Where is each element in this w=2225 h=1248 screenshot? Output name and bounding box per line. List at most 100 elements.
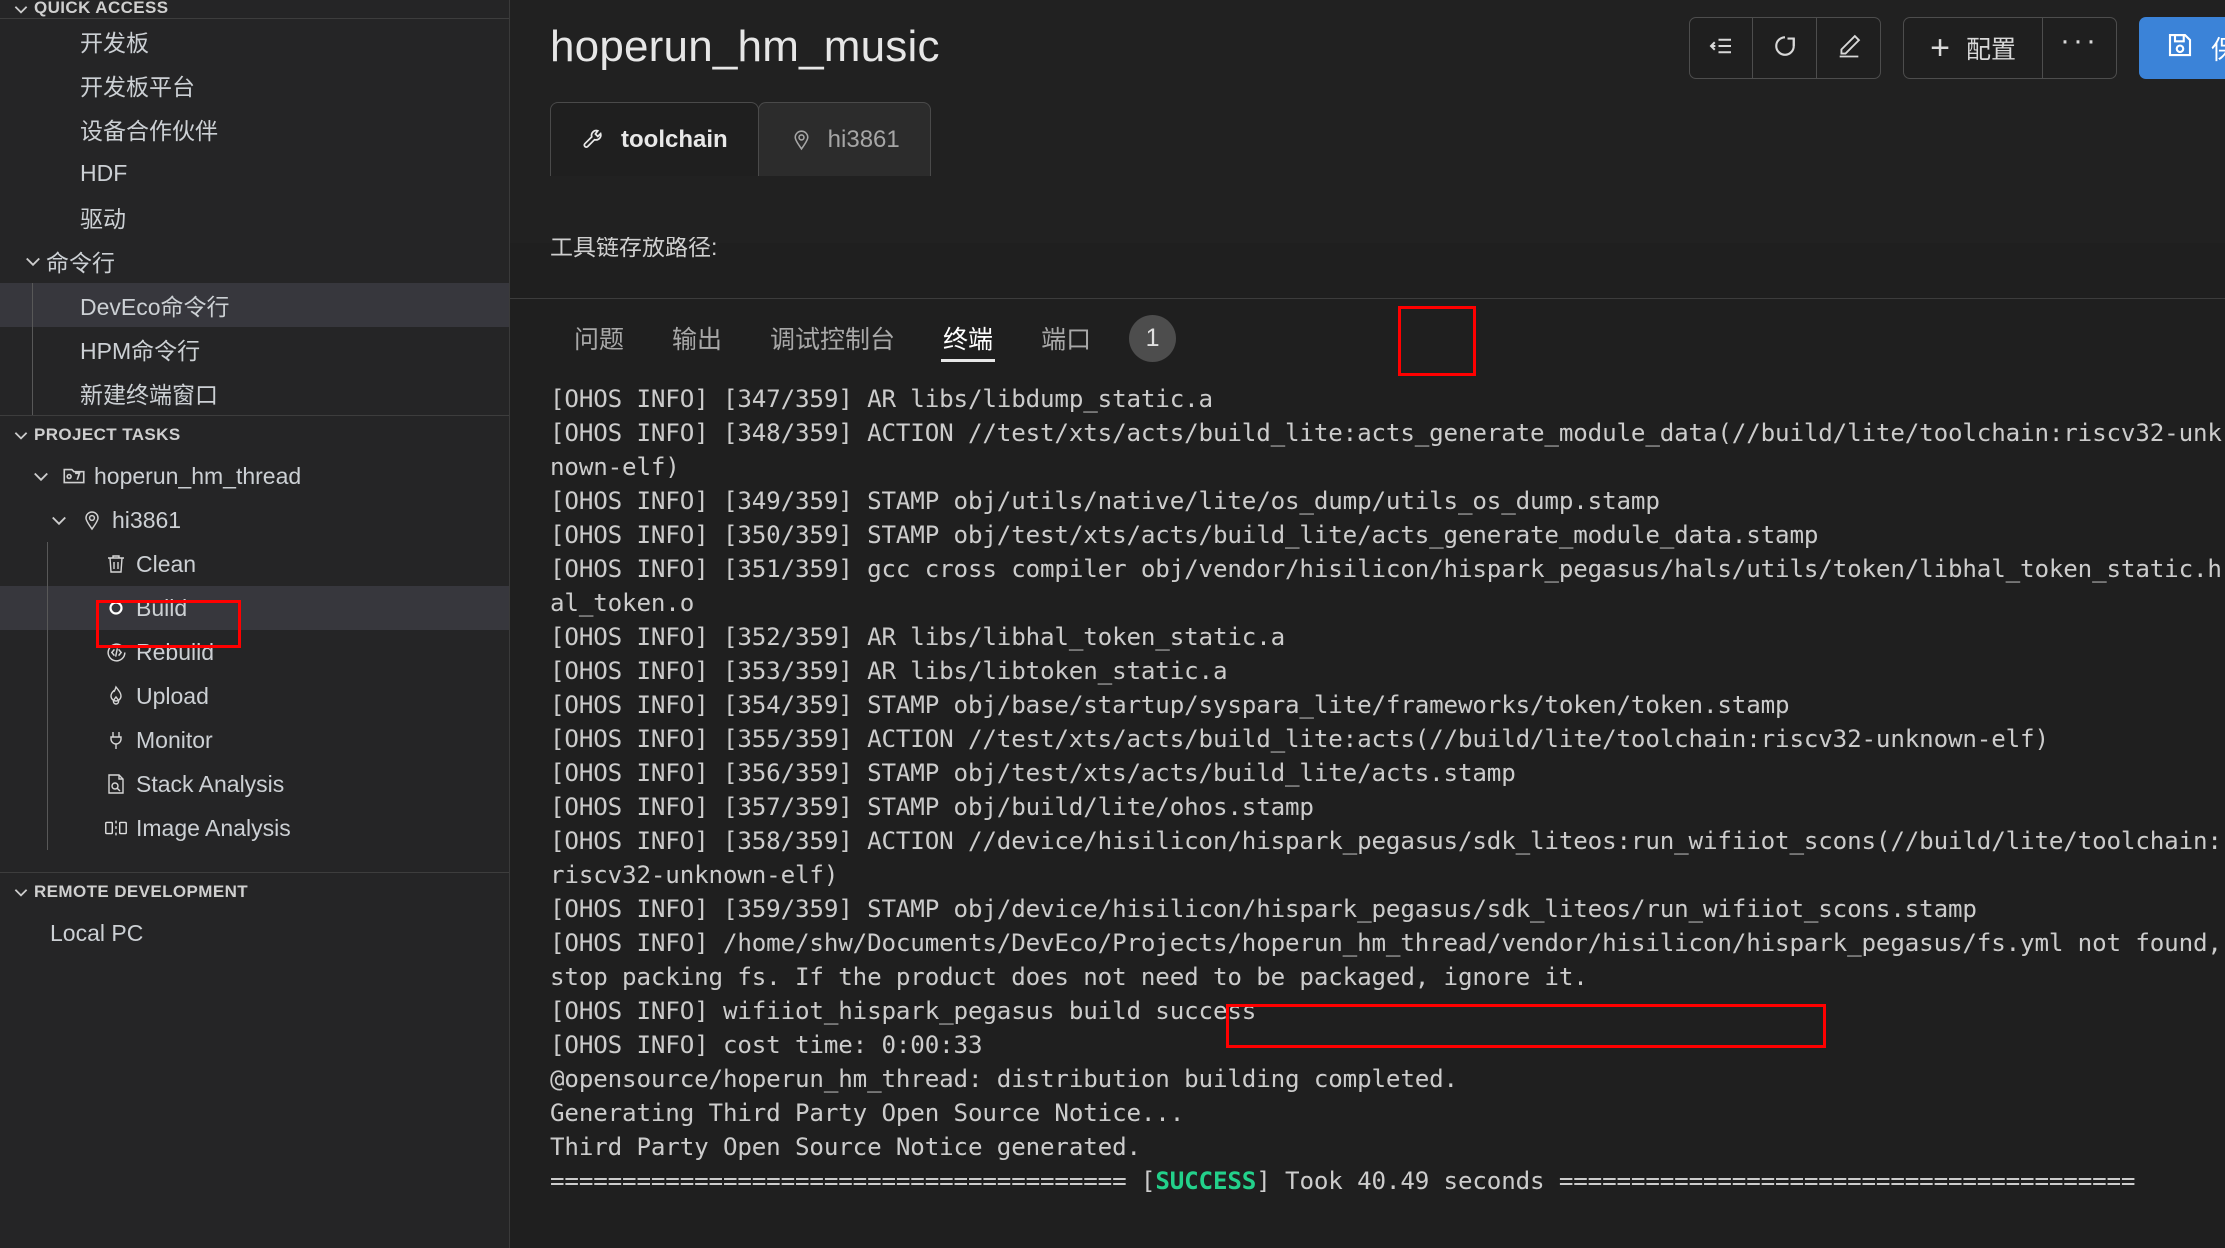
chevron-down-icon xyxy=(8,883,34,901)
location-pin-icon xyxy=(72,508,112,532)
terminal-line: [OHOS INFO] [351/359] gcc cross compiler… xyxy=(550,555,2222,617)
sidebar-item-label: 开发板 xyxy=(80,30,149,56)
file-search-icon xyxy=(96,772,136,796)
sidebar-item-driver[interactable]: 驱动 xyxy=(0,195,509,239)
sidebar-item-dev-board-platform[interactable]: 开发板平台 xyxy=(0,63,509,107)
port-count-badge: 1 xyxy=(1129,314,1177,362)
header-tabs: toolchain hi3861 xyxy=(550,102,2225,176)
collapse-all-button[interactable] xyxy=(1689,17,1754,79)
header: hoperun_hm_music toolchain hi3861 + 配置 ·… xyxy=(510,0,2225,243)
sidebar-item-hdf[interactable]: HDF xyxy=(0,151,509,195)
sidebar-task-rebuild[interactable]: Rebuild xyxy=(0,630,509,674)
chevron-down-icon xyxy=(28,466,54,486)
sidebar-item-label: Local PC xyxy=(50,919,144,946)
binary-icon xyxy=(96,816,136,840)
edit-button[interactable] xyxy=(1817,17,1882,79)
sidebar-task-clean[interactable]: Clean xyxy=(0,542,509,586)
main-panel: hoperun_hm_music toolchain hi3861 + 配置 ·… xyxy=(510,0,2225,1248)
refresh-button[interactable] xyxy=(1753,17,1818,79)
sidebar-item-local-pc[interactable]: Local PC xyxy=(0,911,509,955)
sidebar-section-quick-access[interactable]: QUICK ACCESS xyxy=(0,0,509,18)
terminal-status-line: ========================================… xyxy=(550,1167,2136,1195)
panel-divider xyxy=(510,298,2225,299)
tab-label: toolchain xyxy=(621,125,728,153)
sidebar-item-label: 新建终端窗口 xyxy=(80,382,218,408)
plus-icon: + xyxy=(1930,29,1950,67)
sidebar-group-command-line[interactable]: 命令行 xyxy=(0,239,509,283)
trash-icon xyxy=(96,552,136,576)
tab-terminal[interactable]: 终端 xyxy=(919,300,1017,376)
sidebar-item-label: HDF xyxy=(80,159,128,186)
tab-problems[interactable]: 问题 xyxy=(550,300,648,376)
sidebar-item-label: Monitor xyxy=(136,726,213,753)
terminal-line: [OHOS INFO] [358/359] ACTION //device/hi… xyxy=(550,827,2222,889)
add-config-button[interactable]: + 配置 xyxy=(1903,17,2043,79)
tab-debug-console[interactable]: 调试控制台 xyxy=(746,300,919,376)
sidebar-item-label: HPM命令行 xyxy=(80,338,201,364)
save-button[interactable]: 保 xyxy=(2138,17,2225,79)
terminal-line: @opensource/hoperun_hm_thread: distribut… xyxy=(550,1065,1458,1093)
circle-icon xyxy=(96,597,136,619)
sidebar-task-build[interactable]: Build xyxy=(0,586,509,630)
ellipsis-icon: ··· xyxy=(2059,24,2099,57)
icon-button-group xyxy=(1689,17,1882,79)
sidebar-group-label: 命令行 xyxy=(46,250,115,276)
terminal-tab-highlight-box xyxy=(1398,306,1476,376)
tab-toolchain[interactable]: toolchain xyxy=(550,102,759,176)
terminal-line: [OHOS INFO] [356/359] STAMP obj/test/xts… xyxy=(550,759,1516,787)
sidebar-task-monitor[interactable]: Monitor xyxy=(0,718,509,762)
more-button[interactable]: ··· xyxy=(2042,17,2117,79)
location-pin-icon xyxy=(789,127,814,152)
chevron-down-icon xyxy=(20,251,46,271)
sidebar-item-hpm-cli[interactable]: HPM命令行 xyxy=(0,327,509,371)
tab-output[interactable]: 输出 xyxy=(648,300,746,376)
sidebar-item-project-root[interactable]: hoperun_hm_thread xyxy=(0,454,509,498)
sidebar-section-remote-development[interactable]: REMOTE DEVELOPMENT xyxy=(0,873,509,911)
sidebar-section-project-tasks[interactable]: PROJECT TASKS xyxy=(0,416,509,454)
folder-project-icon xyxy=(54,463,94,489)
terminal-line: [OHOS INFO] [357/359] STAMP obj/build/li… xyxy=(550,793,1314,821)
save-label: 保 xyxy=(2210,34,2225,65)
sidebar-item-label: hi3861 xyxy=(112,506,182,533)
terminal-line: [OHOS INFO] [347/359] AR libs/libdump_st… xyxy=(550,385,1213,413)
tab-label: 终端 xyxy=(943,326,994,354)
terminal-line: [OHOS INFO] [353/359] AR libs/libtoken_s… xyxy=(550,657,1228,685)
sidebar-task-image-analysis[interactable]: Image Analysis xyxy=(0,806,509,850)
sidebar-item-label: DevEco命令行 xyxy=(80,294,230,320)
sidebar-task-upload[interactable]: Upload xyxy=(0,674,509,718)
sidebar-task-stack-analysis[interactable]: Stack Analysis xyxy=(0,762,509,806)
terminal-line: [OHOS INFO] [350/359] STAMP obj/test/xts… xyxy=(550,521,1819,549)
project-tasks-title: PROJECT TASKS xyxy=(34,425,181,444)
sidebar-item-new-terminal[interactable]: 新建终端窗口 xyxy=(0,371,509,415)
collapse-all-icon xyxy=(1706,31,1736,66)
sidebar-item-board-hi3861[interactable]: hi3861 xyxy=(0,498,509,542)
app-root: QUICK ACCESS 开发板 开发板平台 设备合作伙伴 HDF 驱动 命令行… xyxy=(0,0,2225,1248)
tab-ports[interactable]: 端口 xyxy=(1017,300,1115,376)
sidebar-item-dev-board[interactable]: 开发板 xyxy=(0,19,509,63)
code-circle-icon xyxy=(96,640,136,665)
chevron-down-icon xyxy=(46,510,72,530)
sidebar-item-label: 设备合作伙伴 xyxy=(80,118,218,144)
tab-label: 问题 xyxy=(574,326,625,354)
flame-icon xyxy=(96,684,136,708)
config-button-group: + 配置 ··· xyxy=(1903,17,2117,79)
sidebar-item-deveco-cli[interactable]: DevEco命令行 xyxy=(0,283,509,327)
edit-pencil-icon xyxy=(1835,32,1863,65)
sidebar: QUICK ACCESS 开发板 开发板平台 设备合作伙伴 HDF 驱动 命令行… xyxy=(0,0,510,1248)
toolchain-path-label: 工具链存放路径: xyxy=(550,237,718,260)
success-status: SUCCESS xyxy=(1155,1167,1257,1195)
terminal-output[interactable]: [OHOS INFO] [347/359] AR libs/libdump_st… xyxy=(510,382,2225,1248)
terminal-line: [OHOS INFO] [355/359] ACTION //test/xts/… xyxy=(550,725,2049,753)
chevron-down-icon xyxy=(8,0,34,18)
sidebar-item-device-partners[interactable]: 设备合作伙伴 xyxy=(0,107,509,151)
tab-label: hi3861 xyxy=(827,125,900,153)
sidebar-item-label: 驱动 xyxy=(80,206,126,232)
tab-label: 端口 xyxy=(1041,326,1092,354)
terminal-line: [OHOS INFO] [354/359] STAMP obj/base/sta… xyxy=(550,691,1790,719)
terminal-line: [OHOS INFO] [359/359] STAMP obj/device/h… xyxy=(550,895,1977,923)
tab-label: 输出 xyxy=(672,326,723,354)
tab-hi3861[interactable]: hi3861 xyxy=(757,102,931,176)
terminal-line: [OHOS INFO] [352/359] AR libs/libhal_tok… xyxy=(550,623,1286,651)
terminal-line: [OHOS INFO] wifiiot_hispark_pegasus buil… xyxy=(550,997,1257,1025)
quick-access-title: QUICK ACCESS xyxy=(34,0,169,17)
